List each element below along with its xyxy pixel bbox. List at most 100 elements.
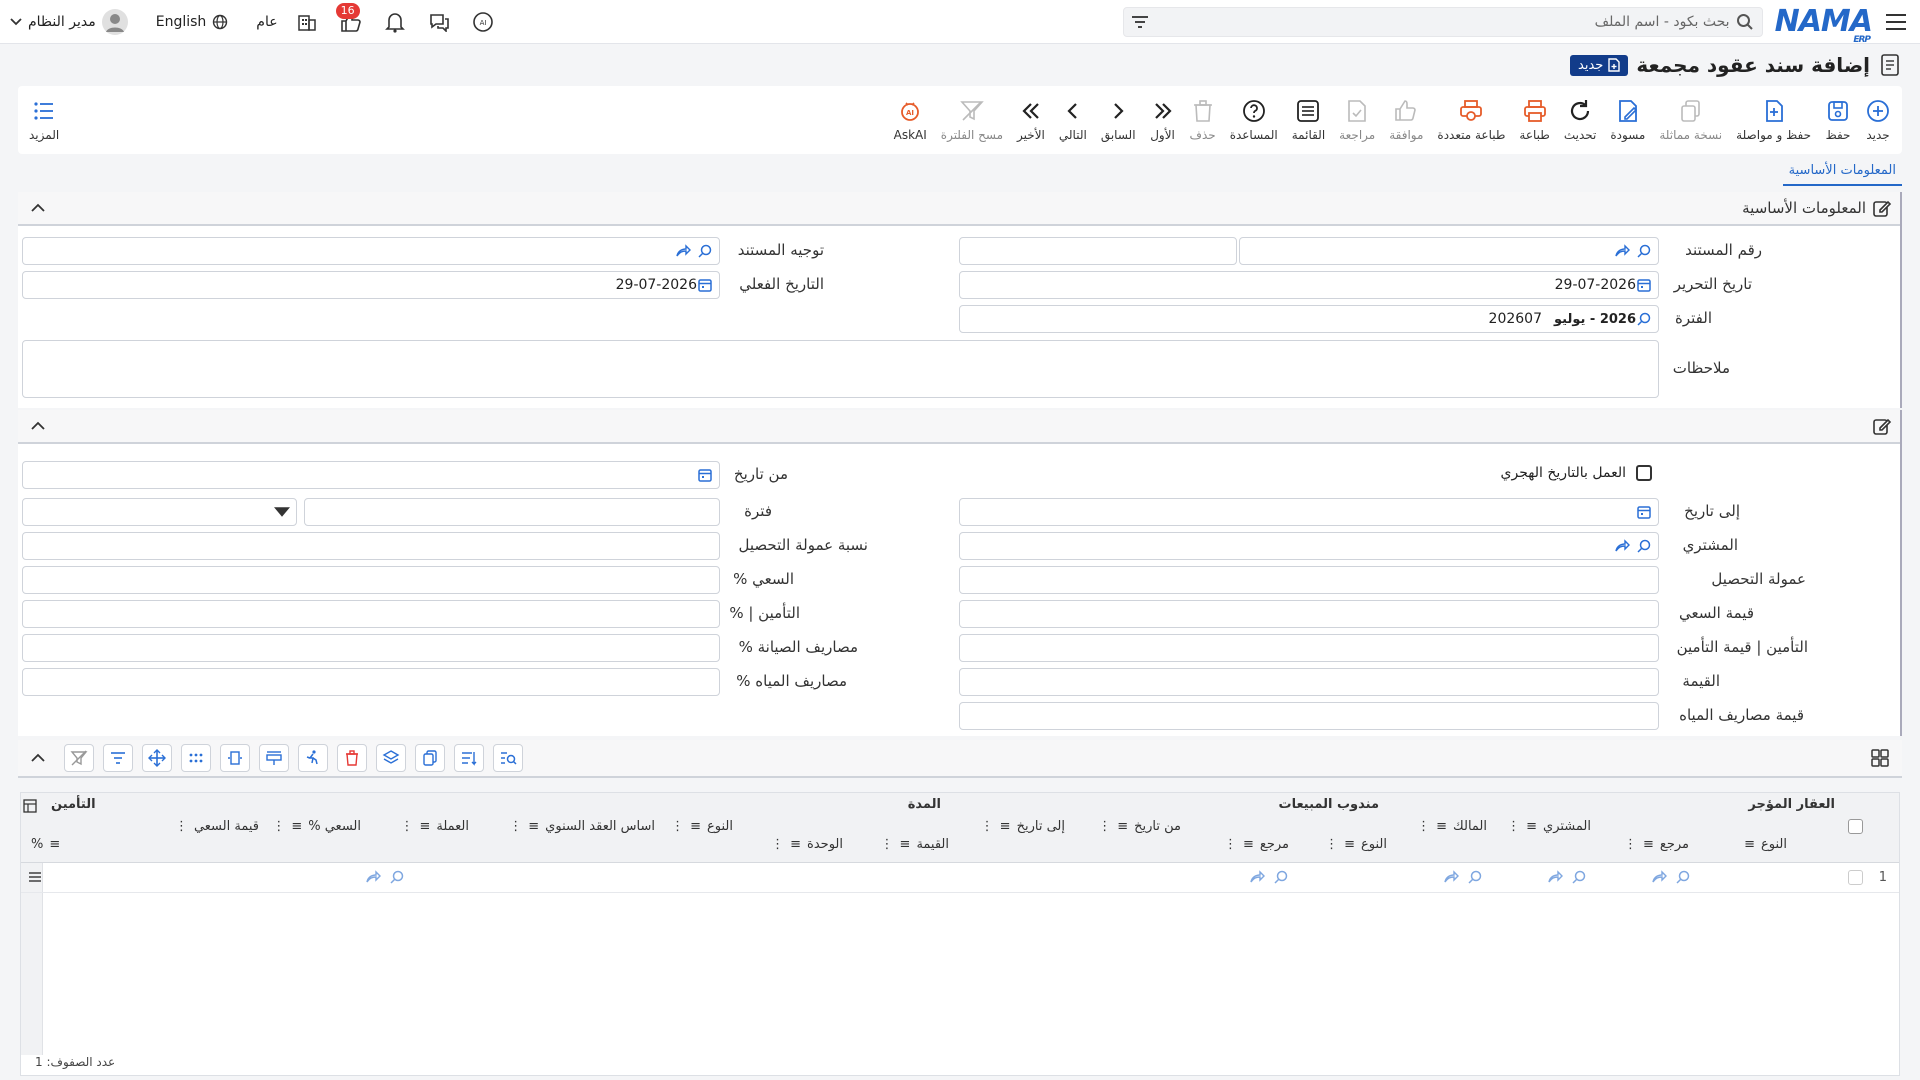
duplicate-button[interactable]: نسخة مماثلة (1652, 90, 1729, 150)
column-filter-icon[interactable]: ≡ (528, 819, 539, 834)
column-filter-icon[interactable]: ≡ (1436, 819, 1447, 834)
grid-delete-button[interactable] (337, 744, 367, 772)
col-to-date[interactable]: إلى تاريخ ≡ ⋮ (981, 819, 1065, 834)
column-filter-icon[interactable]: ≡ (419, 819, 430, 834)
col-duration-unit[interactable]: الوحدة ≡ ⋮ (771, 837, 843, 852)
new-button[interactable]: جديد (1858, 90, 1898, 150)
doc-direction-field[interactable] (22, 237, 720, 265)
column-menu-icon[interactable]: ⋮ (1417, 819, 1430, 834)
lookup-icon[interactable] (1571, 869, 1587, 885)
col-property-ref[interactable]: مرجع ≡ ⋮ (1624, 837, 1689, 852)
col-insurance-pct[interactable]: ≡% (31, 837, 60, 852)
grid-search-button[interactable] (493, 744, 523, 772)
share-icon[interactable] (1443, 869, 1459, 885)
lookup-icon[interactable] (1675, 869, 1691, 885)
period-filter-field[interactable] (304, 498, 720, 526)
grid-dots-button[interactable] (181, 744, 211, 772)
chat-icon[interactable] (424, 7, 454, 37)
col-property-type[interactable]: النوع ≡ (1744, 837, 1787, 852)
grid-layout-icon[interactable] (1870, 748, 1890, 768)
share-icon[interactable] (1651, 869, 1667, 885)
grid-clear-filter-button[interactable] (64, 744, 94, 772)
insurance-pct-field[interactable] (22, 600, 720, 628)
askai-button[interactable]: AI AskAI (887, 90, 934, 150)
save-continue-button[interactable]: حفظ و مواصلة (1729, 90, 1818, 150)
clear-filter-button[interactable]: مسح الفلترة (934, 90, 1010, 150)
column-filter-icon[interactable]: ≡ (1000, 819, 1011, 834)
language-switch[interactable]: English (156, 14, 207, 30)
tab-basic-info[interactable]: المعلومات الأساسية (1782, 163, 1902, 186)
col-annual-basis[interactable]: اساس العقد السنوي ≡ ⋮ (509, 819, 655, 834)
column-filter-icon[interactable]: ≡ (1526, 819, 1537, 834)
prev-button[interactable]: السابق (1094, 90, 1143, 150)
column-menu-icon[interactable]: ⋮ (771, 837, 784, 852)
water-value-field[interactable] (959, 702, 1659, 730)
column-menu-icon[interactable]: ⋮ (1224, 837, 1237, 852)
from-date-field[interactable] (22, 461, 720, 489)
notes-field[interactable] (22, 340, 1659, 398)
share-icon[interactable] (1249, 869, 1265, 885)
branch-label[interactable]: عام (256, 14, 277, 30)
actual-date-field[interactable]: 29-07-2026 (22, 271, 720, 299)
col-buyer[interactable]: المشتري ≡ ⋮ (1507, 819, 1591, 834)
brokerage-pct-field[interactable] (22, 566, 720, 594)
chevron-up-icon[interactable] (26, 753, 50, 763)
share-icon[interactable] (1547, 869, 1563, 885)
column-menu-icon[interactable]: ⋮ (1098, 819, 1111, 834)
lookup-icon[interactable] (1467, 869, 1483, 885)
to-date-field[interactable] (959, 498, 1659, 526)
last-button[interactable]: الأخير (1010, 90, 1052, 150)
table-settings-icon[interactable] (23, 799, 37, 813)
row-checkbox[interactable] (1848, 870, 1863, 885)
column-menu-icon[interactable]: ⋮ (175, 819, 188, 834)
grid-fit-button[interactable] (220, 744, 250, 772)
lookup-icon[interactable] (1273, 869, 1289, 885)
first-button[interactable]: الأول (1143, 90, 1183, 150)
save-button[interactable]: حفظ (1818, 90, 1858, 150)
column-filter-icon[interactable]: ≡ (1744, 837, 1755, 852)
value-field[interactable] (959, 668, 1659, 696)
multi-print-button[interactable]: طباعة متعددة (1430, 90, 1512, 150)
delete-button[interactable]: حذف (1183, 90, 1223, 150)
grid-filter-button[interactable] (103, 744, 133, 772)
collection-commission-field[interactable] (959, 566, 1659, 594)
thumbs-up-icon[interactable]: 16 (335, 2, 366, 37)
column-filter-icon[interactable]: ≡ (1344, 837, 1355, 852)
column-menu-icon[interactable]: ⋮ (881, 837, 894, 852)
column-menu-icon[interactable]: ⋮ (400, 819, 413, 834)
filter-icon[interactable] (1131, 15, 1148, 29)
period-field[interactable]: 202607 2026 - يوليو (959, 305, 1659, 333)
grid-move-button[interactable] (142, 744, 172, 772)
column-menu-icon[interactable]: ⋮ (509, 819, 522, 834)
review-button[interactable]: مراجعة (1332, 90, 1382, 150)
col-rep-type[interactable]: النوع ≡ ⋮ (1325, 837, 1387, 852)
column-menu-icon[interactable]: ⋮ (981, 819, 994, 834)
menu-icon[interactable] (1882, 8, 1910, 36)
water-pct-field[interactable] (22, 668, 720, 696)
column-filter-icon[interactable]: ≡ (1117, 819, 1128, 834)
list-button[interactable]: القائمة (1285, 90, 1332, 150)
doc-number-field[interactable] (1239, 237, 1659, 265)
grid-insert-row-button[interactable] (259, 744, 289, 772)
column-filter-icon[interactable]: ≡ (291, 819, 302, 834)
column-menu-icon[interactable]: ⋮ (1507, 819, 1520, 834)
col-currency[interactable]: العملة ≡ ⋮ (400, 819, 469, 834)
globe-icon[interactable] (212, 14, 228, 30)
col-owner[interactable]: المالك ≡ ⋮ (1417, 819, 1487, 834)
share-icon[interactable] (365, 869, 381, 885)
building-icon[interactable] (292, 7, 322, 37)
buyer-field[interactable] (959, 532, 1659, 560)
column-menu-icon[interactable]: ⋮ (272, 819, 285, 834)
search-input[interactable] (1147, 13, 1736, 30)
user-menu[interactable]: مدير النظام (10, 8, 128, 35)
brokerage-value-field[interactable] (959, 600, 1659, 628)
col-brokerage-value[interactable]: قيمة السعي ⋮ (175, 819, 259, 834)
hijri-checkbox-row[interactable]: العمل بالتاريخ الهجري (1501, 465, 1652, 481)
help-button[interactable]: المساعدة (1223, 90, 1285, 150)
column-filter-icon[interactable]: ≡ (690, 819, 701, 834)
logo[interactable]: NAMA ERP (1775, 4, 1873, 45)
period-filter-select[interactable] (22, 498, 297, 526)
col-brokerage-pct[interactable]: السعي % ≡ ⋮ (272, 819, 361, 834)
chevron-up-icon[interactable] (26, 414, 50, 438)
grid-sort-button[interactable] (454, 744, 484, 772)
